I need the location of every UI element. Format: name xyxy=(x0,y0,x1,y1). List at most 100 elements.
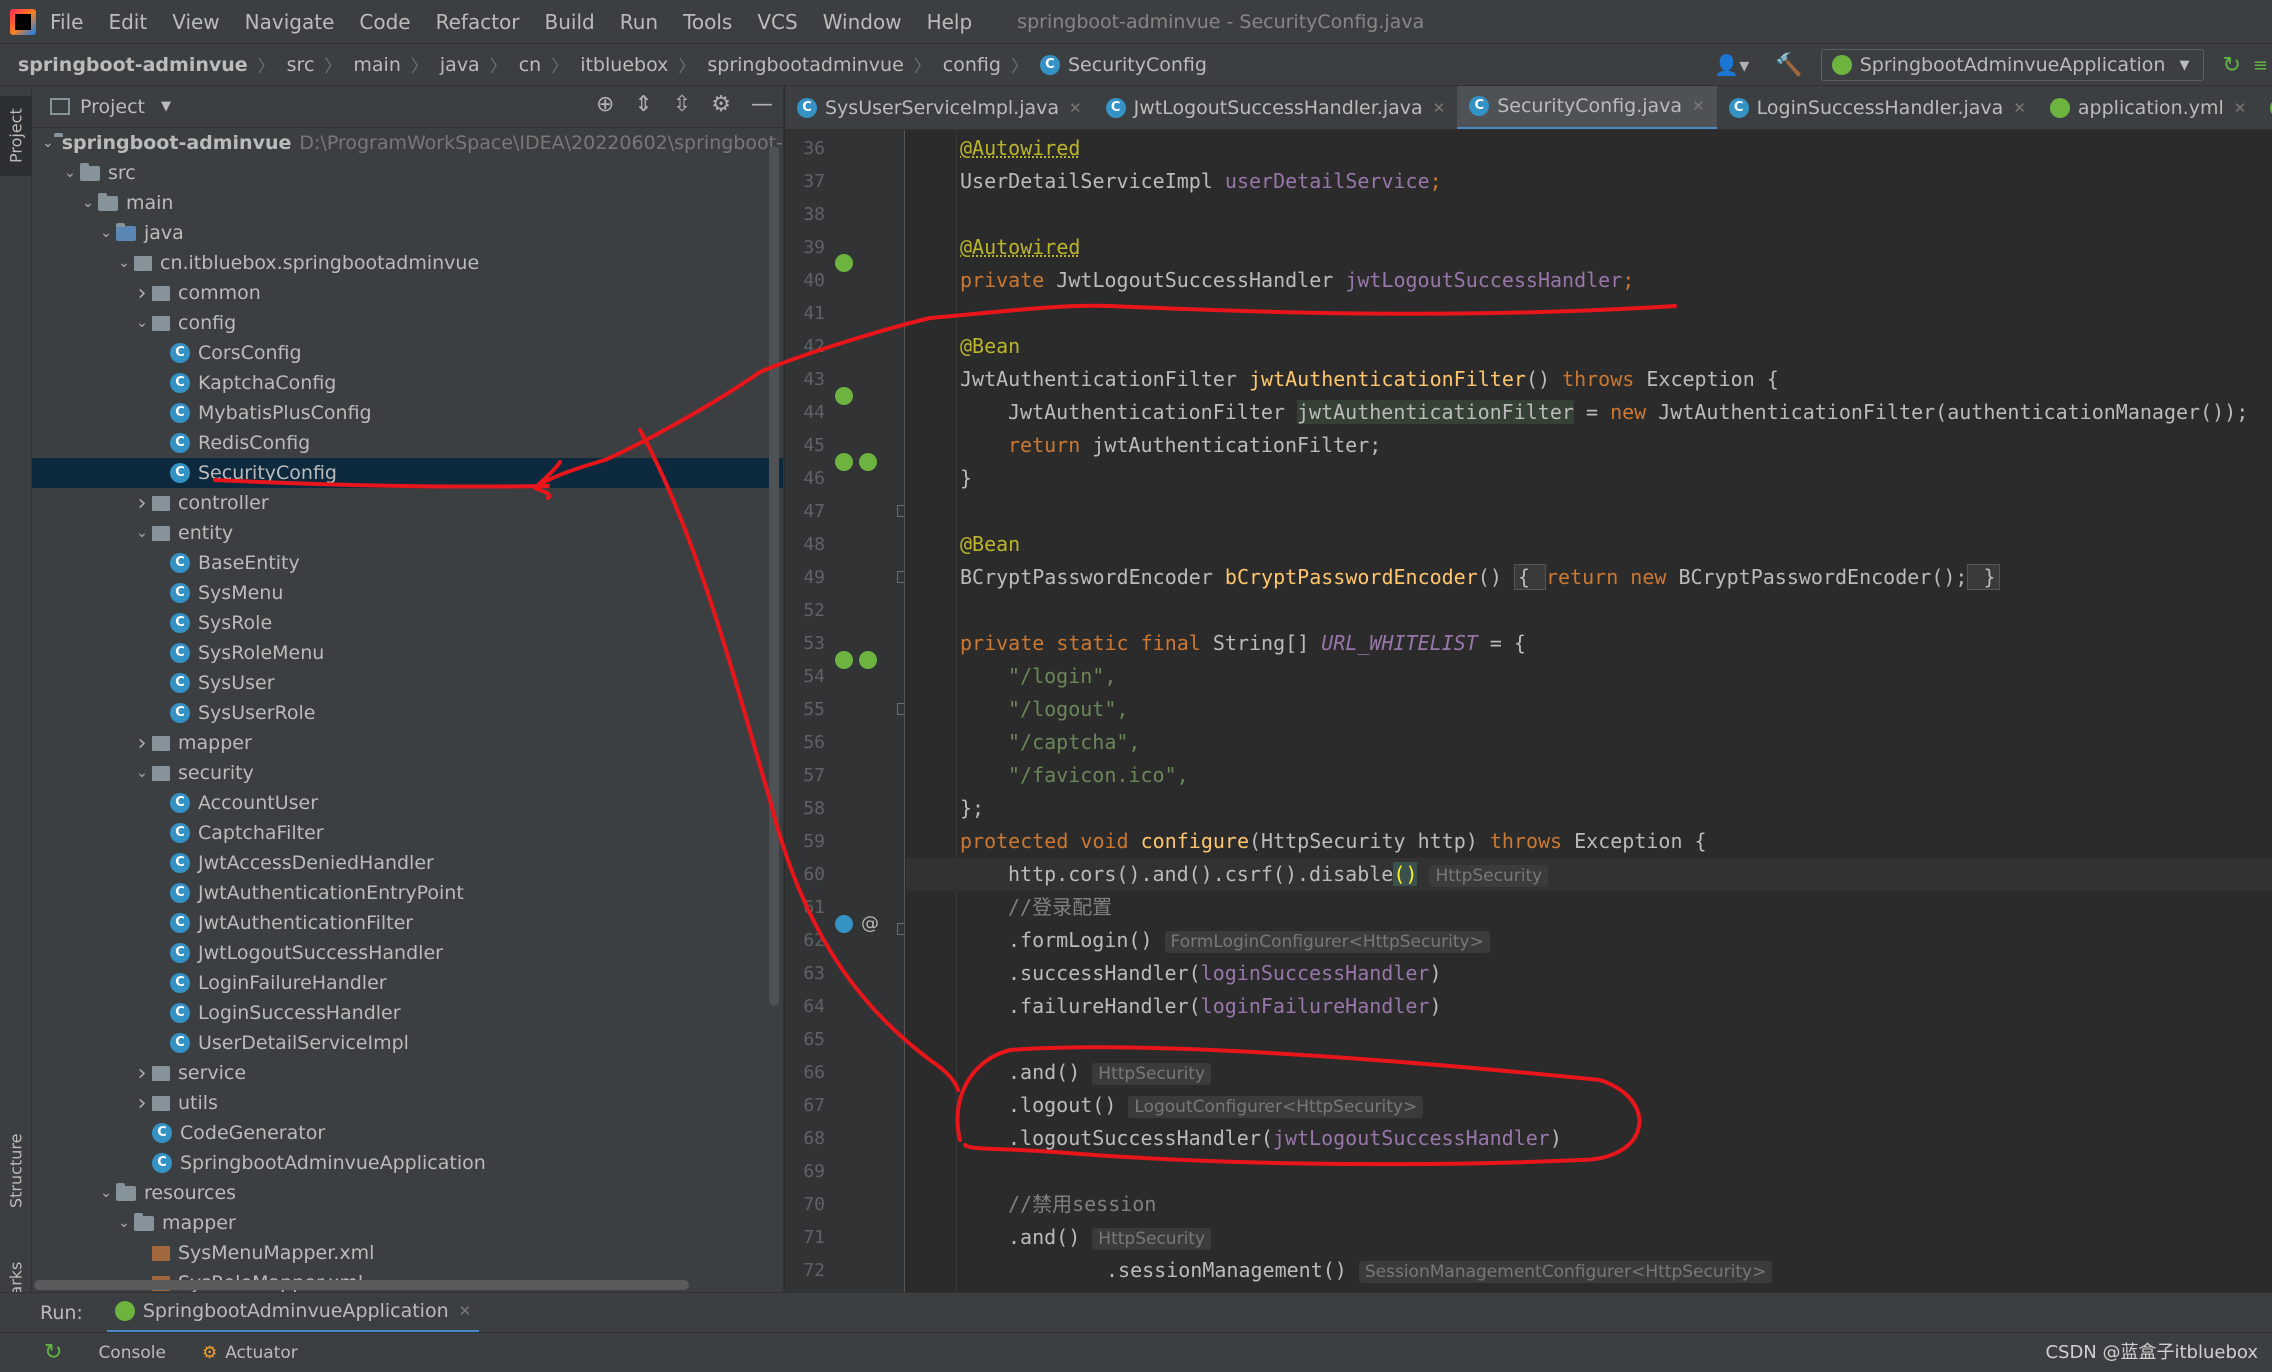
bean-definition-icon[interactable] xyxy=(859,651,877,669)
code-line-54[interactable]: "/login", xyxy=(906,660,2272,693)
menu-edit[interactable]: Edit xyxy=(108,10,147,34)
close-icon[interactable]: ✕ xyxy=(459,1302,472,1320)
code-line-66[interactable]: .and() HttpSecurity xyxy=(906,1056,2272,1089)
tree-item[interactable]: C UserDetailServiceImpl xyxy=(32,1028,783,1058)
chevron-down-icon[interactable]: ⌄ xyxy=(96,225,116,241)
code-line-72[interactable]: .sessionManagement() SessionManagementCo… xyxy=(906,1254,2272,1287)
build-hammer-icon[interactable]: 🔨 xyxy=(1775,53,1802,78)
override-method-icon[interactable] xyxy=(835,915,853,933)
editor-tab[interactable]: C LoginSuccessHandler.java ✕ xyxy=(1717,86,2038,129)
chevron-down-icon[interactable]: ⌄ xyxy=(42,135,54,151)
code-line-36[interactable]: @Autowired xyxy=(906,132,2272,165)
code-line-48[interactable]: @Bean xyxy=(906,528,2272,561)
gear-icon[interactable]: ⚙ xyxy=(711,92,731,117)
tree-item[interactable]: C SecurityConfig xyxy=(32,458,783,488)
menu-run[interactable]: Run xyxy=(620,10,658,34)
code-line-44[interactable]: JwtAuthenticationFilter jwtAuthenticatio… xyxy=(906,396,2272,429)
tree-item[interactable]: ⌄ src xyxy=(32,158,783,188)
code-line-43[interactable]: JwtAuthenticationFilter jwtAuthenticatio… xyxy=(906,363,2272,396)
code-line-46[interactable]: } xyxy=(906,462,2272,495)
tree-item[interactable]: C CorsConfig xyxy=(32,338,783,368)
chevron-right-icon[interactable]: › xyxy=(132,491,152,516)
breadcrumb-item[interactable]: springbootadminvue xyxy=(707,54,903,76)
breadcrumb-item[interactable]: springboot-adminvue xyxy=(18,54,248,76)
editor-tab[interactable]: C JwtLogoutSuccessHandler.java ✕ xyxy=(1094,86,1458,129)
chevron-down-icon[interactable]: ⌄ xyxy=(96,1185,116,1201)
tree-item[interactable]: ⌄ config xyxy=(32,308,783,338)
tree-item[interactable]: › common xyxy=(32,278,783,308)
tree-item[interactable]: › controller xyxy=(32,488,783,518)
menu-vcs[interactable]: VCS xyxy=(757,10,797,34)
annotation-gutter-icon[interactable]: @ xyxy=(861,913,879,934)
run-tab[interactable]: SpringbootAdminvueApplication ✕ xyxy=(106,1293,480,1333)
tree-root[interactable]: ⌄ springboot-adminvue D:\ProgramWorkSpac… xyxy=(32,128,783,158)
code-line-39[interactable]: @Autowired xyxy=(906,231,2272,264)
code-line-42[interactable]: @Bean xyxy=(906,330,2272,363)
chevron-down-icon[interactable]: ⌄ xyxy=(132,765,152,781)
fold-marker-icon[interactable] xyxy=(897,923,904,935)
tree-item[interactable]: ⌄ security xyxy=(32,758,783,788)
chevron-down-icon[interactable]: ⌄ xyxy=(78,195,98,211)
menu-help[interactable]: Help xyxy=(927,10,973,34)
tree-item[interactable]: C SysRole xyxy=(32,608,783,638)
menu-view[interactable]: View xyxy=(172,10,219,34)
tree-item[interactable]: C SpringbootAdminvueApplication xyxy=(32,1148,783,1178)
code-line-56[interactable]: "/captcha", xyxy=(906,726,2272,759)
menu-navigate[interactable]: Navigate xyxy=(245,10,335,34)
tree-item[interactable]: C SysUser xyxy=(32,668,783,698)
code-line-63[interactable]: .successHandler(loginSuccessHandler) xyxy=(906,957,2272,990)
menu-tools[interactable]: Tools xyxy=(683,10,732,34)
menu-build[interactable]: Build xyxy=(545,10,595,34)
code-line-45[interactable]: return jwtAuthenticationFilter; xyxy=(906,429,2272,462)
tree-item[interactable]: ⌄ mapper xyxy=(32,1208,783,1238)
code-line-61[interactable]: //登录配置 xyxy=(906,891,2272,924)
tree-item[interactable]: ⌄ java xyxy=(32,218,783,248)
tree-item[interactable]: C RedisConfig xyxy=(32,428,783,458)
tree-item[interactable]: C LoginFailureHandler xyxy=(32,968,783,998)
tree-vertical-scrollbar[interactable] xyxy=(769,146,779,1006)
tree-item[interactable]: C SysMenu xyxy=(32,578,783,608)
code-line-60[interactable]: http.cors().and().csrf().disable() HttpS… xyxy=(906,858,2272,891)
tree-item[interactable]: ⌄ entity xyxy=(32,518,783,548)
breadcrumb-item[interactable]: config xyxy=(943,54,1001,76)
bean-definition-icon[interactable] xyxy=(835,651,853,669)
tree-item[interactable]: ⌄ cn.itbluebox.springbootadminvue xyxy=(32,248,783,278)
chevron-down-icon[interactable]: ▼ xyxy=(161,99,171,114)
hide-icon[interactable]: — xyxy=(751,92,773,117)
tree-item[interactable]: C JwtLogoutSuccessHandler xyxy=(32,938,783,968)
menu-refactor[interactable]: Refactor xyxy=(436,10,520,34)
tree-item[interactable]: C JwtAuthenticationFilter xyxy=(32,908,783,938)
close-icon[interactable]: ✕ xyxy=(1433,99,1446,117)
tree-item[interactable]: C LoginSuccessHandler xyxy=(32,998,783,1028)
chevron-right-icon[interactable]: › xyxy=(132,281,152,306)
code-line-58[interactable]: }; xyxy=(906,792,2272,825)
chevron-right-icon[interactable]: › xyxy=(132,1091,152,1116)
tree-horizontal-scrollbar[interactable] xyxy=(34,1280,689,1290)
structure-side-tab[interactable]: Structure xyxy=(0,1116,32,1226)
close-icon[interactable]: ✕ xyxy=(1692,97,1705,115)
tree-item[interactable]: SysMenuMapper.xml xyxy=(32,1238,783,1268)
code-line-62[interactable]: .formLogin() FormLoginConfigurer<HttpSec… xyxy=(906,924,2272,957)
code-line-37[interactable]: UserDetailServiceImpl userDetailService; xyxy=(906,165,2272,198)
bean-definition-icon[interactable] xyxy=(859,453,877,471)
breadcrumb-item[interactable]: itbluebox xyxy=(580,54,668,76)
editor-tab[interactable]: C SysUserServiceImpl.java ✕ xyxy=(785,86,1094,129)
tree-item[interactable]: C KaptchaConfig xyxy=(32,368,783,398)
tree-item[interactable]: ⌄ main xyxy=(32,188,783,218)
tree-item[interactable]: ⌄ resources xyxy=(32,1178,783,1208)
menu-code[interactable]: Code xyxy=(359,10,410,34)
code-line-68[interactable]: .logoutSuccessHandler(jwtLogoutSuccessHa… xyxy=(906,1122,2272,1155)
editor-tab[interactable]: application.yml ✕ xyxy=(2038,86,2258,129)
breadcrumb-item[interactable]: java xyxy=(440,54,480,76)
tree-item[interactable]: › service xyxy=(32,1058,783,1088)
editor-tab[interactable]: C SecurityConfig.java ✕ xyxy=(1457,86,1717,129)
run-configuration-selector[interactable]: SpringbootAdminvueApplication ▼ xyxy=(1820,49,2205,81)
user-icon[interactable]: 👤▾ xyxy=(1714,53,1749,77)
code-line-71[interactable]: .and() HttpSecurity xyxy=(906,1221,2272,1254)
code-line-40[interactable]: private JwtLogoutSuccessHandler jwtLogou… xyxy=(906,264,2272,297)
console-tab[interactable]: Console xyxy=(98,1343,166,1363)
chevron-right-icon[interactable]: › xyxy=(132,1061,152,1086)
code-editor[interactable]: @Autowired UserDetailServiceImpl userDet… xyxy=(906,130,2272,1292)
code-line-57[interactable]: "/favicon.ico", xyxy=(906,759,2272,792)
code-line-55[interactable]: "/logout", xyxy=(906,693,2272,726)
